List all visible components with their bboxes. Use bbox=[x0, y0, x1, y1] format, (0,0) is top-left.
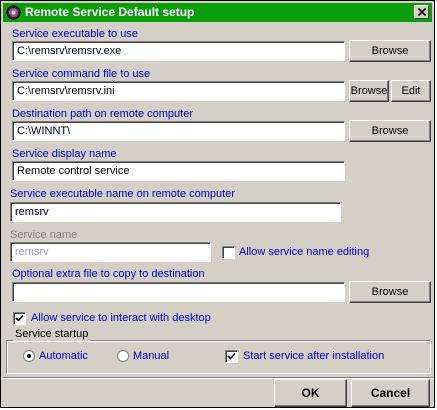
title-bar[interactable]: Remote Service Default setup bbox=[3, 3, 432, 22]
gear-icon bbox=[6, 5, 21, 20]
start-after-install-checkbox[interactable] bbox=[225, 350, 238, 363]
service-name-field: remsrv bbox=[10, 242, 211, 262]
close-icon bbox=[418, 8, 426, 16]
cmd-path-field[interactable]: C:\remsrv\remsrv.ini bbox=[12, 81, 345, 101]
interact-desktop-label[interactable]: Allow service to interact with desktop bbox=[31, 312, 211, 325]
exe-browse-button[interactable]: Browse bbox=[349, 40, 431, 62]
exe-label: Service executable to use bbox=[12, 28, 138, 40]
extra-browse-button[interactable]: Browse bbox=[349, 281, 431, 303]
dialog-window: Remote Service Default setup Service exe… bbox=[0, 0, 435, 408]
display-name-field[interactable]: Remote control service bbox=[12, 161, 345, 181]
dest-label: Destination path on remote computer bbox=[12, 108, 193, 120]
interact-desktop-checkbox[interactable] bbox=[13, 312, 26, 325]
checkmark-icon bbox=[15, 314, 24, 322]
window-title: Remote Service Default setup bbox=[25, 5, 195, 19]
service-startup-group-label: Service startup bbox=[13, 328, 91, 341]
cmd-edit-button[interactable]: Edit bbox=[391, 80, 431, 102]
cancel-button[interactable]: Cancel bbox=[351, 379, 430, 407]
startup-automatic-label[interactable]: Automatic bbox=[39, 350, 88, 363]
checkmark-icon bbox=[227, 352, 236, 360]
exe-path-field[interactable]: C:\remsrv\remsrv.exe bbox=[12, 41, 345, 61]
radio-selected-dot bbox=[27, 354, 31, 358]
startup-manual-radio[interactable] bbox=[117, 350, 129, 362]
remote-exe-label: Service executable name on remote comput… bbox=[10, 188, 236, 200]
start-after-install-label[interactable]: Start service after installation bbox=[243, 350, 384, 363]
close-button[interactable] bbox=[414, 5, 429, 19]
cmd-label: Service command file to use bbox=[12, 68, 151, 80]
dest-path-field[interactable]: C:\WINNT\ bbox=[12, 121, 345, 141]
cmd-browse-button[interactable]: Browse bbox=[349, 80, 389, 102]
allow-name-edit-checkbox[interactable] bbox=[222, 246, 235, 259]
ok-button[interactable]: OK bbox=[274, 379, 347, 407]
startup-automatic-radio[interactable] bbox=[23, 350, 35, 362]
startup-manual-label[interactable]: Manual bbox=[133, 350, 169, 363]
display-name-label: Service display name bbox=[12, 148, 117, 160]
allow-name-edit-label[interactable]: Allow service name editing bbox=[239, 246, 369, 259]
extra-file-field[interactable] bbox=[12, 282, 345, 302]
service-name-label: Service name bbox=[10, 229, 78, 241]
extra-file-label: Optional extra file to copy to destinati… bbox=[12, 268, 205, 280]
dest-browse-button[interactable]: Browse bbox=[349, 120, 431, 142]
remote-exe-field[interactable]: remsrv bbox=[10, 202, 341, 222]
